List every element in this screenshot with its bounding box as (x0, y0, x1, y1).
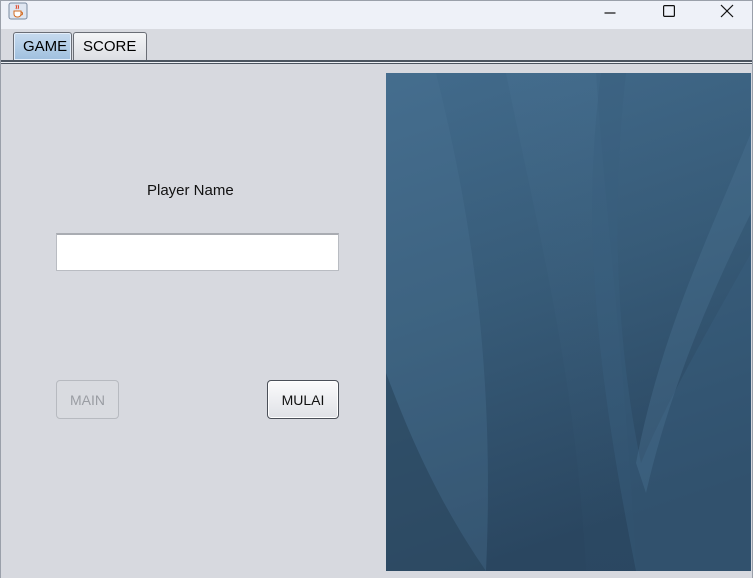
close-button[interactable] (698, 1, 753, 21)
tab-strip: GAME SCORE (1, 29, 752, 61)
app-window: GAME SCORE Player Name MAIN MULAI (0, 0, 753, 578)
tab-score[interactable]: SCORE (73, 32, 147, 60)
minimize-button[interactable] (581, 1, 639, 21)
player-name-label: Player Name (147, 182, 234, 199)
main-button[interactable]: MAIN (56, 380, 119, 419)
title-bar[interactable] (1, 1, 752, 29)
player-name-input[interactable] (56, 233, 339, 271)
mulai-button[interactable]: MULAI (267, 380, 339, 419)
minimize-icon (604, 12, 616, 14)
game-panel: Player Name MAIN MULAI (1, 64, 752, 578)
java-cup-icon[interactable] (8, 2, 28, 20)
close-icon (720, 4, 734, 18)
maximize-button[interactable] (640, 1, 698, 21)
maximize-icon (663, 5, 675, 17)
background-image (386, 73, 751, 571)
tab-game[interactable]: GAME (13, 32, 72, 60)
